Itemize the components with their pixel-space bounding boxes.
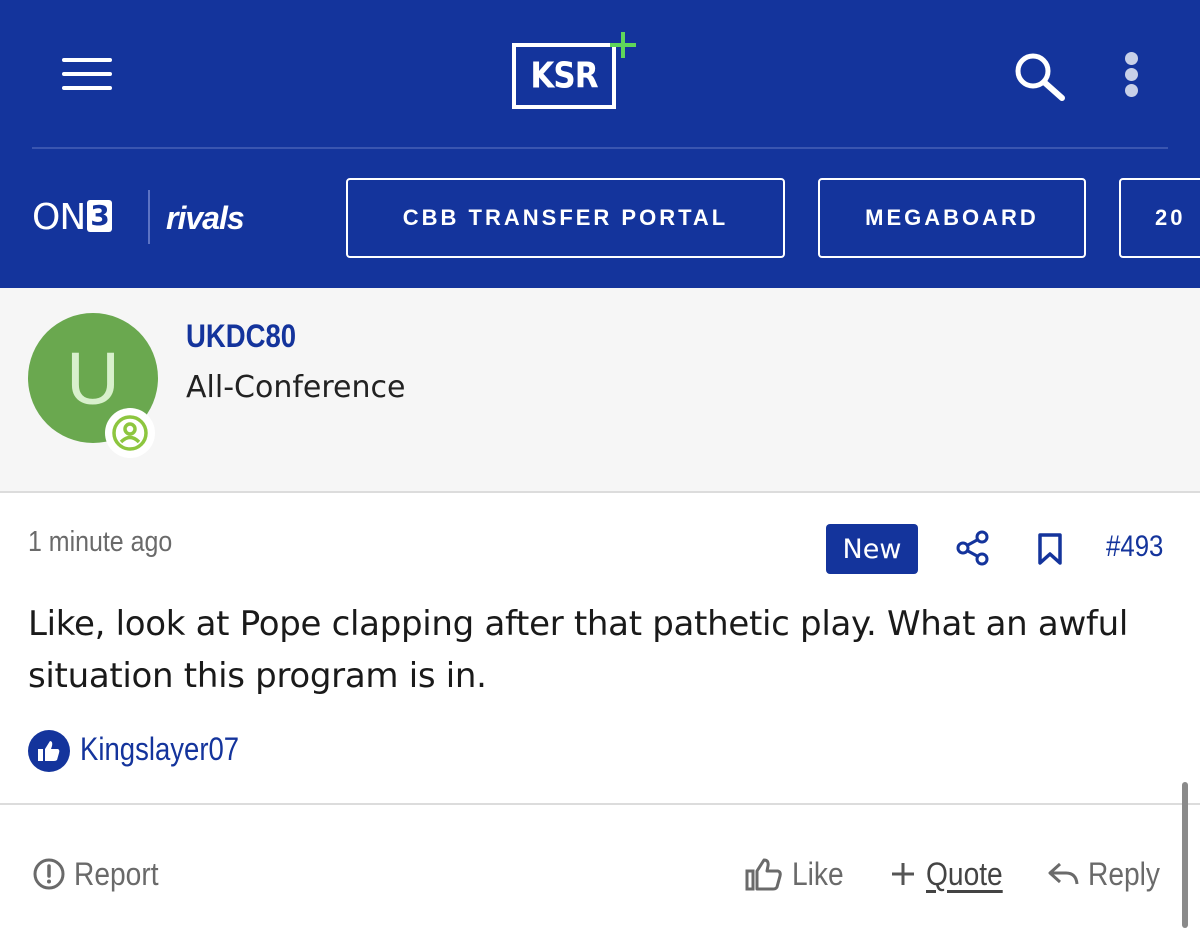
thumbs-up-icon xyxy=(745,858,782,891)
post-timestamp[interactable]: 1 minute ago xyxy=(28,526,172,559)
top-navigation-bar: KSR ON 3 rivals CBB TRANSFER PORTAL MEGAB… xyxy=(0,0,1200,288)
reply-label: Reply xyxy=(1088,855,1160,892)
logo-text: KSR xyxy=(530,55,598,97)
plus-icon xyxy=(892,863,914,885)
more-vertical-icon[interactable] xyxy=(1124,52,1140,98)
reply-arrow-icon xyxy=(1048,862,1079,885)
post-number-link[interactable]: #493 xyxy=(1106,530,1163,564)
like-button[interactable]: Like xyxy=(744,852,851,896)
search-icon[interactable] xyxy=(1012,50,1068,102)
alert-circle-icon xyxy=(33,858,65,890)
ksr-plus-logo[interactable]: KSR xyxy=(512,32,636,116)
user-badge-icon xyxy=(105,408,155,458)
nav-pill-partial[interactable]: 20 xyxy=(1119,178,1200,258)
header-divider xyxy=(32,147,1168,149)
new-badge: New xyxy=(826,524,918,574)
post-divider xyxy=(0,803,1200,805)
quote-button[interactable]: Quote xyxy=(888,852,1013,896)
on3-logo-digit: 3 xyxy=(87,200,112,232)
on3-logo[interactable]: ON 3 xyxy=(32,196,112,240)
post-author-section: U UKDC80 All-Conference xyxy=(0,288,1200,493)
nav-pill-megaboard[interactable]: MEGABOARD xyxy=(818,178,1086,258)
post-body-text: Like, look at Pope clapping after that p… xyxy=(28,604,1129,696)
username-link[interactable]: UKDC80 xyxy=(186,318,296,355)
rivals-logo[interactable]: rivals xyxy=(166,198,245,238)
nav-pill-cbb-transfer-portal[interactable]: CBB TRANSFER PORTAL xyxy=(346,178,785,258)
on3-logo-text: ON xyxy=(32,197,86,238)
share-icon[interactable] xyxy=(956,530,990,566)
scrollbar[interactable] xyxy=(1182,782,1188,928)
reply-button[interactable]: Reply xyxy=(1046,852,1170,896)
quote-label: Quote xyxy=(926,855,1003,892)
menu-icon[interactable] xyxy=(62,56,112,92)
like-label: Like xyxy=(792,855,844,892)
plus-icon xyxy=(610,32,636,58)
liked-by-user-link[interactable]: Kingslayer07 xyxy=(80,731,239,768)
logo-box: KSR xyxy=(512,43,616,109)
report-button[interactable]: Report xyxy=(32,852,170,896)
brand-divider xyxy=(148,190,150,244)
avatar-letter: U xyxy=(66,336,120,420)
thumbs-up-icon xyxy=(28,730,70,772)
report-label: Report xyxy=(74,855,159,892)
bookmark-icon[interactable] xyxy=(1036,532,1064,566)
user-title: All-Conference xyxy=(186,370,406,405)
